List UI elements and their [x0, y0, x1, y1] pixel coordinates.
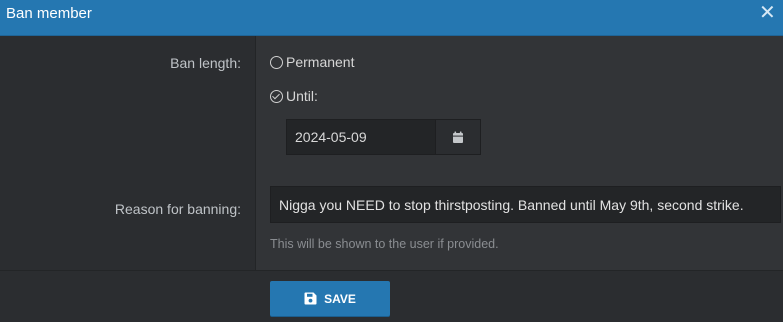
- form-content-column: Permanent Until: This will be shown to t…: [256, 36, 783, 270]
- reason-input[interactable]: [270, 186, 781, 223]
- dialog-footer: SAVE: [0, 270, 783, 322]
- permanent-radio-option[interactable]: Permanent: [270, 54, 354, 70]
- form-label-column: Ban length: Reason for banning:: [0, 36, 256, 270]
- permanent-radio-label: Permanent: [286, 54, 355, 70]
- reason-hint: This will be shown to the user if provid…: [270, 237, 499, 251]
- reason-label: Reason for banning:: [114, 201, 241, 217]
- save-button[interactable]: SAVE: [270, 281, 390, 316]
- calendar-button[interactable]: [436, 119, 481, 155]
- calendar-icon: [453, 131, 463, 143]
- ban-length-label: Ban length:: [170, 55, 241, 71]
- ban-end-date-picker: [286, 119, 481, 155]
- dialog-title-bar: Ban member ✕: [0, 0, 783, 36]
- close-icon[interactable]: ✕: [759, 3, 776, 23]
- save-icon: [304, 292, 317, 305]
- ban-member-dialog: Ban member ✕ Ban length: Reason for bann…: [0, 0, 783, 322]
- until-radio-checked-icon[interactable]: [270, 89, 283, 103]
- until-radio-label: Until:: [286, 88, 318, 104]
- ban-end-date-input[interactable]: [286, 119, 436, 155]
- dialog-title: Ban member: [6, 5, 92, 22]
- until-radio-option[interactable]: Until:: [270, 88, 318, 104]
- save-button-label: SAVE: [324, 291, 356, 306]
- permanent-radio-icon[interactable]: [270, 55, 283, 69]
